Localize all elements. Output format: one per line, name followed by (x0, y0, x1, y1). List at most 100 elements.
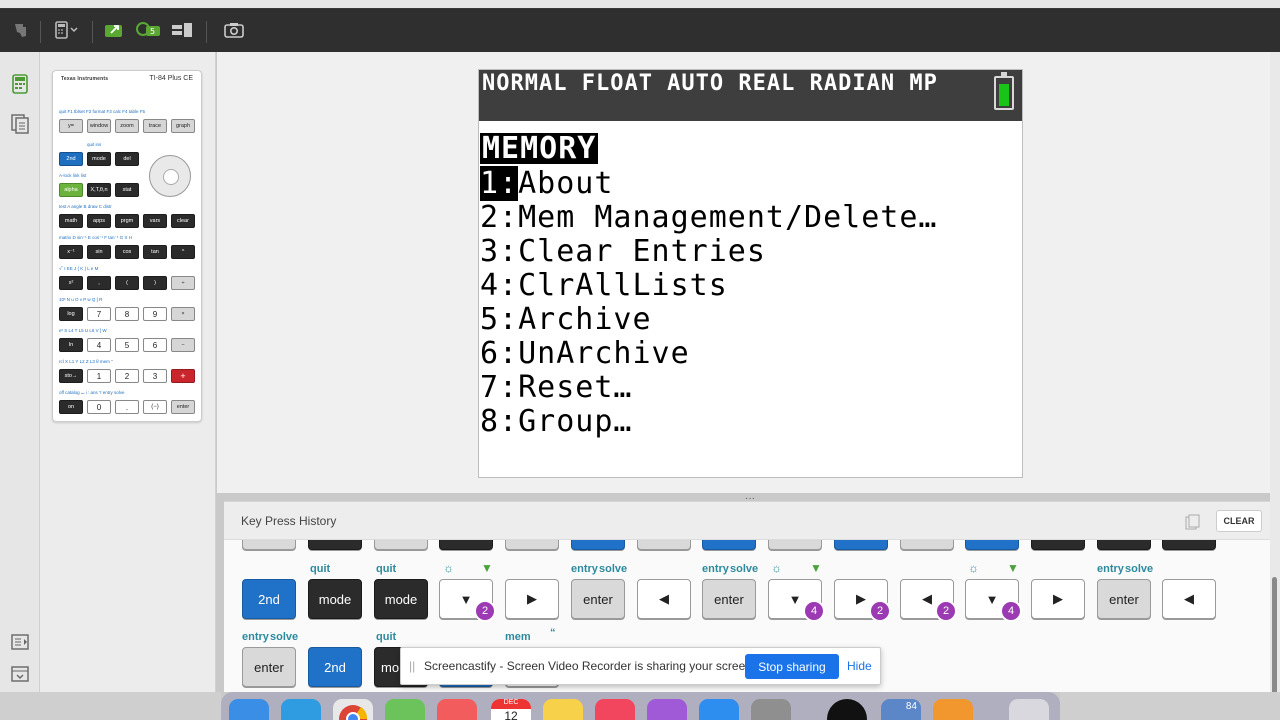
app-store-icon[interactable] (699, 699, 739, 720)
menu-item[interactable]: 6:UnArchive (480, 337, 690, 371)
key-4[interactable]: 4 (87, 338, 111, 352)
layout-icon[interactable] (170, 19, 194, 41)
key-subtract[interactable]: − (171, 338, 195, 352)
key-sin[interactable]: sin (87, 245, 111, 259)
menu-item[interactable]: 5:Archive (480, 303, 652, 337)
history-key[interactable] (1097, 540, 1151, 550)
key-1[interactable]: 1 (87, 369, 111, 383)
maps-icon[interactable] (385, 699, 425, 720)
key-inverse[interactable]: x⁻¹ (59, 245, 83, 259)
app-icon[interactable] (933, 699, 973, 720)
history-key[interactable] (834, 540, 888, 550)
key-5[interactable]: 5 (115, 338, 139, 352)
key-graph[interactable]: graph (171, 119, 195, 133)
key-store[interactable]: sto→ (59, 369, 83, 383)
chrome-icon[interactable] (333, 699, 373, 720)
history-key-enter[interactable]: enter (242, 647, 296, 687)
key-math[interactable]: math (59, 214, 83, 228)
key-8[interactable]: 8 (115, 307, 139, 321)
history-key-right[interactable]: ▶ (1031, 579, 1085, 619)
podcasts-icon[interactable] (647, 699, 687, 720)
history-key[interactable] (505, 540, 559, 550)
music-icon[interactable] (595, 699, 635, 720)
history-key-2nd[interactable]: 2nd (242, 579, 296, 619)
key-on[interactable]: on (59, 400, 83, 414)
calendar-icon[interactable]: DEC 12 (491, 699, 531, 720)
calculator-view-icon[interactable] (52, 19, 82, 41)
history-key-left[interactable]: ◀ (1162, 579, 1216, 619)
history-key[interactable] (702, 540, 756, 550)
key-0[interactable]: 0 (87, 400, 111, 414)
key-vars[interactable]: vars (143, 214, 167, 228)
key-square[interactable]: x² (59, 276, 83, 290)
system-preferences-icon[interactable] (751, 699, 791, 720)
key-ln[interactable]: ln (59, 338, 83, 352)
stop-sharing-button[interactable]: Stop sharing (745, 654, 839, 679)
key-del[interactable]: del (115, 152, 139, 166)
history-key[interactable] (308, 540, 362, 550)
photos-icon[interactable] (437, 699, 477, 720)
menu-item[interactable]: 1:About (480, 166, 613, 201)
key-negative[interactable]: (−) (143, 400, 167, 414)
key-cos[interactable]: cos (115, 245, 139, 259)
history-key[interactable] (374, 540, 428, 550)
history-key[interactable] (1031, 540, 1085, 550)
send-to-calculator-icon[interactable] (103, 19, 127, 41)
history-key[interactable] (571, 540, 625, 550)
key-divide[interactable]: ÷ (171, 276, 195, 290)
history-key[interactable] (965, 540, 1019, 550)
collapse-panel-icon[interactable] (10, 664, 30, 684)
key-mode[interactable]: mode (87, 152, 111, 166)
key-prgm[interactable]: prgm (115, 214, 139, 228)
page-scrollbar[interactable] (1270, 52, 1280, 720)
history-key-right[interactable]: ▶ (505, 579, 559, 619)
key-zoom[interactable]: zoom (115, 119, 139, 133)
arrow-pad[interactable] (149, 155, 191, 197)
menu-item[interactable]: 2:Mem Management/Delete… (480, 201, 937, 235)
history-key-mode[interactable]: mode (374, 579, 428, 619)
key-tan[interactable]: tan (143, 245, 167, 259)
key-trace[interactable]: trace (143, 119, 167, 133)
key-2nd[interactable]: 2nd (59, 152, 83, 166)
emulator-sync-icon[interactable]: 5 (134, 19, 162, 41)
history-key-2nd[interactable]: 2nd (308, 647, 362, 687)
history-key-enter[interactable]: enter (702, 579, 756, 619)
screenshot-icon[interactable] (222, 19, 246, 41)
key-2[interactable]: 2 (115, 369, 139, 383)
key-power[interactable]: ^ (171, 245, 195, 259)
key-clear[interactable]: clear (171, 214, 195, 228)
key-6[interactable]: 6 (143, 338, 167, 352)
history-key[interactable] (637, 540, 691, 550)
screencastify-icon[interactable] (827, 699, 867, 720)
key-decimal[interactable]: . (115, 400, 139, 414)
key-apps[interactable]: apps (87, 214, 111, 228)
trash-icon[interactable] (1009, 699, 1049, 720)
history-key[interactable] (439, 540, 493, 550)
safari-icon[interactable] (281, 699, 321, 720)
key-alpha[interactable]: alpha (59, 183, 83, 197)
menu-item[interactable]: 8:Group… (480, 405, 633, 439)
notes-icon[interactable] (543, 699, 583, 720)
history-key-mode[interactable]: mode (308, 579, 362, 619)
key-left-paren[interactable]: ( (115, 276, 139, 290)
key-7[interactable]: 7 (87, 307, 111, 321)
key-xt[interactable]: X,T,θ,n (87, 183, 111, 197)
hide-banner-link[interactable]: Hide (847, 659, 872, 673)
key-enter[interactable]: enter (171, 400, 195, 414)
key-window[interactable]: window (87, 119, 111, 133)
history-key[interactable] (900, 540, 954, 550)
history-key-enter[interactable]: enter (571, 579, 625, 619)
history-key[interactable] (242, 540, 296, 550)
menu-item[interactable]: 3:Clear Entries (480, 235, 766, 269)
calculator-icon[interactable] (10, 74, 30, 94)
key-log[interactable]: log (59, 307, 83, 321)
clear-history-button[interactable]: CLEAR (1216, 510, 1262, 532)
key-3[interactable]: 3 (143, 369, 167, 383)
key-multiply[interactable]: × (171, 307, 195, 321)
history-key-enter[interactable]: enter (1097, 579, 1151, 619)
key-y[interactable]: y= (59, 119, 83, 133)
history-key-left[interactable]: ◀ (637, 579, 691, 619)
key-9[interactable]: 9 (143, 307, 167, 321)
ti-smartview-icon[interactable]: 84 (881, 699, 921, 720)
finder-icon[interactable] (229, 699, 269, 720)
